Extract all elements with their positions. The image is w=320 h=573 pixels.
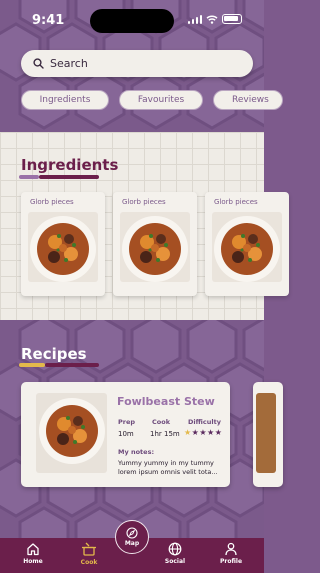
ingredient-card[interactable]: Glorb pieces xyxy=(113,192,197,296)
search-bar[interactable]: Search xyxy=(21,50,253,77)
ingredient-photo xyxy=(28,212,98,282)
ingredient-photo xyxy=(212,212,282,282)
recipe-photo xyxy=(36,393,107,473)
prep-value: 10m xyxy=(118,430,134,438)
recipe-title: Fowlbeast Stew xyxy=(117,395,215,408)
status-time: 9:41 xyxy=(32,13,65,28)
ingredient-name: Glorb pieces xyxy=(214,198,258,206)
nav-map-label: Map xyxy=(124,540,140,547)
recipe-notes: Yummy yummy in my tummy lorem ipsum omni… xyxy=(118,459,218,476)
recipe-photo xyxy=(256,393,276,473)
notes-label: My notes: xyxy=(118,448,155,456)
dynamic-island xyxy=(90,9,174,33)
user-icon xyxy=(225,542,237,556)
nav-cook-label: Cook xyxy=(80,559,98,566)
cooking-pot-icon xyxy=(82,542,96,556)
star-icon: ★ xyxy=(184,428,192,437)
ingredient-name: Glorb pieces xyxy=(122,198,166,206)
wifi-icon xyxy=(206,15,218,24)
battery-icon xyxy=(222,14,242,24)
star-icon: ★ xyxy=(207,428,215,437)
ingredients-underline xyxy=(39,175,99,179)
compass-icon xyxy=(126,527,138,539)
nav-profile[interactable]: Profile xyxy=(213,542,249,565)
ingredients-underline-accent xyxy=(19,175,39,179)
ingredient-card[interactable]: Glorb pieces xyxy=(205,192,289,296)
star-icon: ★ xyxy=(214,428,222,437)
nav-map-button[interactable]: Map xyxy=(115,520,149,554)
globe-icon xyxy=(168,542,182,556)
cook-label: Cook xyxy=(152,418,171,426)
chip-favourites[interactable]: Favourites xyxy=(119,90,203,110)
chip-reviews[interactable]: Reviews xyxy=(213,90,283,110)
star-icon: ★ xyxy=(199,428,207,437)
recipes-underline xyxy=(45,363,99,367)
cook-value: 1hr 15m xyxy=(150,430,180,438)
prep-label: Prep xyxy=(118,418,136,426)
nav-cook[interactable]: Cook xyxy=(71,542,107,566)
search-icon xyxy=(33,58,44,69)
nav-home-label: Home xyxy=(23,558,43,565)
ingredients-heading: Ingredients xyxy=(21,156,119,174)
nav-social[interactable]: Social xyxy=(157,542,193,565)
nav-profile-label: Profile xyxy=(219,558,243,565)
status-bar: 9:41 xyxy=(0,0,264,40)
recipes-underline-accent xyxy=(19,363,45,367)
cellular-signal-icon xyxy=(187,14,202,24)
filter-chips: Ingredients Favourites Reviews xyxy=(0,90,283,110)
ingredient-photo xyxy=(120,212,190,282)
difficulty-rating: ★ ★ ★ ★ ★ xyxy=(184,429,222,437)
recipe-card-next[interactable] xyxy=(253,382,283,487)
ingredient-name: Glorb pieces xyxy=(30,198,74,206)
home-icon xyxy=(27,543,39,556)
star-icon: ★ xyxy=(191,428,199,437)
recipe-card[interactable]: Fowlbeast Stew Prep Cook Difficulty 10m … xyxy=(21,382,230,487)
nav-home[interactable]: Home xyxy=(15,542,51,565)
difficulty-label: Difficulty xyxy=(188,418,221,426)
nav-social-label: Social xyxy=(164,558,186,565)
ingredient-card[interactable]: Glorb pieces xyxy=(21,192,105,296)
chip-ingredients[interactable]: Ingredients xyxy=(21,90,109,110)
status-icons xyxy=(187,14,242,24)
recipes-heading: Recipes xyxy=(21,345,87,363)
search-placeholder: Search xyxy=(50,57,88,70)
